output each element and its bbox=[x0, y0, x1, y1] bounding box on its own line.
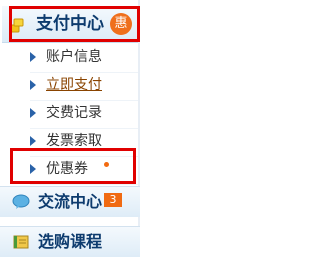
menu-item-account-info[interactable]: 账户信息 bbox=[30, 44, 138, 73]
menu-item-label: 立即支付 bbox=[46, 77, 102, 93]
book-icon bbox=[13, 235, 29, 249]
arrow-right-icon bbox=[30, 52, 36, 62]
arrow-right-icon bbox=[30, 136, 36, 146]
section-label: 交流中心 bbox=[38, 192, 103, 211]
menu-item-pay-now[interactable]: 立即支付 bbox=[30, 72, 138, 101]
arrow-right-icon bbox=[30, 80, 36, 90]
sidebar-section-course-select[interactable]: 选购课程 bbox=[0, 226, 140, 257]
notification-count-badge: 3 bbox=[104, 193, 122, 207]
chat-bubble-icon bbox=[12, 194, 30, 209]
menu-item-label: 交费记录 bbox=[46, 105, 102, 121]
highlight-box-pay-center bbox=[9, 6, 140, 42]
highlight-box-coupons bbox=[10, 148, 136, 184]
menu-item-payment-records[interactable]: 交费记录 bbox=[30, 100, 138, 129]
arrow-right-icon bbox=[30, 108, 36, 118]
sidebar-nav: 支付中心 惠 账户信息 立即支付 交费记录 发票索取 优惠券 交流中心 3 选购… bbox=[0, 0, 140, 257]
sidebar-section-exchange-center[interactable]: 交流中心 3 bbox=[0, 186, 140, 217]
menu-item-label: 账户信息 bbox=[46, 49, 102, 65]
